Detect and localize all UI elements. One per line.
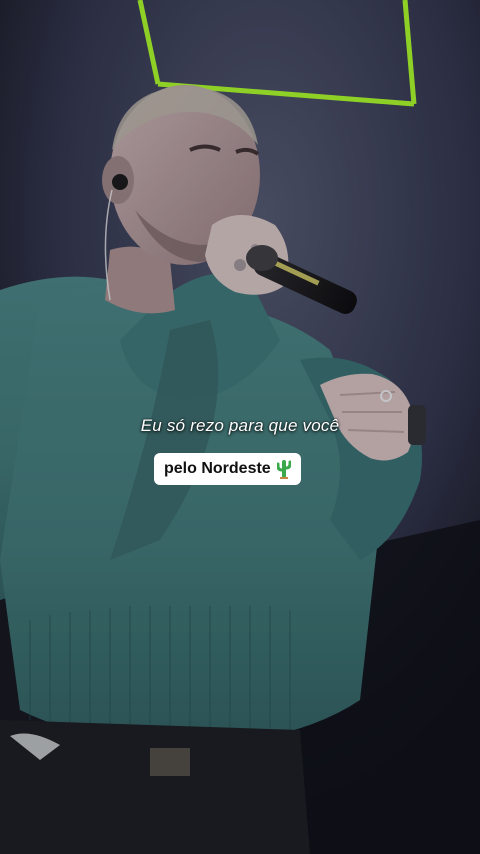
lyric-caption: Eu só rezo para que você (140, 416, 340, 435)
cactus-icon (276, 459, 292, 479)
highlight-text: pelo Nordeste (164, 460, 271, 477)
video-frame: Eu só rezo para que você pelo Nordeste (0, 0, 480, 854)
highlight-label: pelo Nordeste (154, 453, 301, 485)
